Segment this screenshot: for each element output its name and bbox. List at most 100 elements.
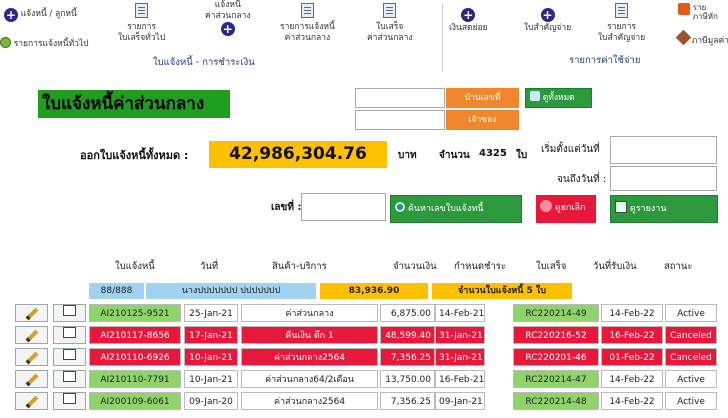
- tax-icon: [678, 3, 690, 15]
- table-row: AI210125-9521 25-Jan-21 ค่าส่วนกลาง 6,875.0…: [0, 303, 728, 323]
- plus-icon: +: [220, 22, 235, 36]
- plus-icon: +: [4, 8, 18, 22]
- house-no-button[interactable]: บ้านเลขที่: [446, 88, 519, 108]
- pencil-icon: [25, 373, 38, 387]
- receipt-icon: [383, 3, 397, 18]
- report-icon: [615, 201, 627, 213]
- invoice-no[interactable]: AI200109-6061: [89, 392, 181, 410]
- invoice-count-note: จำนวนใบแจ้งหนี้ 5 ใบ: [432, 283, 572, 299]
- receipt-no[interactable]: RC220214-49: [513, 304, 599, 322]
- print-icon: [63, 393, 76, 404]
- status-badge: Canceled: [665, 326, 717, 344]
- document-list-icon: [300, 3, 314, 18]
- due-date: 14-Feb-21: [435, 304, 485, 322]
- invoice-no[interactable]: AI210117-8656: [89, 326, 181, 344]
- currency-label: บาท: [398, 150, 417, 161]
- debtor-button[interactable]: + แจ้งหนี้ / ลูกหนี้: [4, 8, 77, 23]
- doc-no-input[interactable]: [301, 193, 386, 221]
- to-date-label: จนถึงวันที่ :: [557, 174, 607, 185]
- search-invoice-button[interactable]: ค้นหาเลขใบแจ้งหนี้: [390, 195, 522, 223]
- col-due: กำหนดชำระ: [454, 261, 506, 272]
- edit-button[interactable]: [15, 304, 48, 322]
- owner-name: นางปปปปปปป ปปปปปปป: [146, 283, 316, 299]
- group-label-debt: ใบแจ้งหนี้ - การชำระเงิน: [153, 57, 255, 68]
- col-invoice: ใบแจ้งหนี้: [115, 261, 155, 272]
- show-all-button[interactable]: ดูทั้งหมด: [525, 88, 592, 108]
- general-debt-list-button[interactable]: รายการแจ้งหนี้ทั่วไป: [0, 37, 89, 52]
- invoice-date: 09-Jan-20: [184, 392, 238, 410]
- pencil-icon: [25, 329, 38, 343]
- table-row: AI200109-6061 09-Jan-20 ค่าส่วนกลาง2564 7,3…: [0, 391, 728, 411]
- status-badge: Canceled: [665, 348, 717, 366]
- ribbon-toolbar: + แจ้งหนี้ / ลูกหนี้ รายการแจ้งหนี้ทั่วไ…: [0, 0, 728, 78]
- invoice-date: 10-Jan-21: [184, 370, 238, 388]
- divider: [442, 4, 443, 72]
- item-name: ค่าส่วนกลาง2564: [241, 348, 378, 366]
- voucher-list-button[interactable]: รายการ ใบสำคัญจ่าย: [598, 3, 645, 44]
- amount: 7,356.25: [380, 392, 435, 410]
- page-title: ใบแจ้งหนี้ค่าส่วนกลาง: [38, 90, 230, 118]
- invoice-no[interactable]: AI210110-7791: [89, 370, 181, 388]
- from-date-label: เริ่มตั้งแต่วันที่: [541, 144, 600, 155]
- due-date: 31-Jan-21: [435, 348, 485, 366]
- vat-button[interactable]: ภาษีมูลค่า: [675, 29, 728, 47]
- users-icon: [530, 91, 540, 101]
- plus-icon: +: [461, 8, 476, 22]
- receipt-no[interactable]: RC220214-47: [513, 370, 599, 388]
- invoice-date: 25-Jan-21: [184, 304, 238, 322]
- item-name: ค่าส่วนกลาง2564: [241, 392, 378, 410]
- owner-input[interactable]: [355, 110, 445, 130]
- owner-button[interactable]: เจ้าของ: [446, 110, 519, 130]
- status-badge: Active: [665, 392, 717, 410]
- table-row: AI210110-6926 10-Jan-21 ค่าส่วนกลาง2564 7,3…: [0, 347, 728, 367]
- print-button[interactable]: [53, 326, 86, 344]
- col-date: วันที่: [200, 261, 219, 272]
- count-value: 4325: [479, 148, 507, 159]
- view-canceled-button[interactable]: ดูยกเลิก: [536, 195, 596, 223]
- house-no-input[interactable]: [355, 88, 445, 108]
- receipt-no[interactable]: RC220216-52: [513, 326, 599, 344]
- paid-date: 16-Feb-22: [601, 326, 663, 344]
- to-date-input[interactable]: [610, 166, 717, 191]
- amount: 6,875.00: [380, 304, 435, 322]
- general-receipt-list-button[interactable]: รายการ ใบเสร็จทั่วไป: [118, 3, 165, 44]
- col-status: สถานะ: [664, 261, 693, 272]
- edit-button[interactable]: [15, 392, 48, 410]
- edit-button[interactable]: [15, 326, 48, 344]
- receipt-no[interactable]: RC220201-46: [513, 348, 599, 366]
- report-button[interactable]: ดูรายงาน: [610, 195, 718, 223]
- edit-button[interactable]: [15, 348, 48, 366]
- due-date: 09-Jan-21: [435, 392, 485, 410]
- invoice-date: 17-Jan-21: [184, 326, 238, 344]
- invoice-no[interactable]: AI210125-9521: [89, 304, 181, 322]
- paid-date: 14-Feb-22: [601, 304, 663, 322]
- paid-date: 14-Feb-22: [601, 370, 663, 388]
- pencil-icon: [25, 307, 38, 321]
- col-receipt: ใบเสร็จ: [536, 261, 567, 272]
- common-fee-debt-list-button[interactable]: รายการแจ้งหนี้ ค่าส่วนกลาง: [280, 3, 335, 44]
- paid-date: 14-Feb-22: [601, 392, 663, 410]
- withholding-tax-button[interactable]: ราย ภาษีหัก: [678, 3, 718, 21]
- count-unit: ใบ: [516, 150, 528, 161]
- print-button[interactable]: [53, 348, 86, 366]
- due-date: 16-Feb-21: [435, 370, 485, 388]
- sum-amount: 83,936.90: [320, 283, 428, 299]
- invoice-no[interactable]: AI210110-6926: [89, 348, 181, 366]
- col-amount: จำนวนเงิน: [393, 261, 437, 272]
- common-fee-debt-button[interactable]: แจ้งหนี้ ค่าส่วนกลาง +: [205, 0, 251, 37]
- page-indicator: 88/888: [89, 283, 144, 299]
- receipt-no[interactable]: RC220214-48: [513, 392, 599, 410]
- print-button[interactable]: [53, 392, 86, 410]
- common-fee-receipt-button[interactable]: ใบเสร็จ ค่าส่วนกลาง: [367, 3, 413, 44]
- from-date-input[interactable]: [610, 136, 717, 164]
- col-item: สินค้า-บริการ: [272, 261, 327, 272]
- edit-button[interactable]: [15, 370, 48, 388]
- petty-cash-button[interactable]: + เงินสดย่อย: [449, 8, 488, 34]
- payment-voucher-button[interactable]: + ใบสำคัญจ่าย: [524, 8, 571, 34]
- print-button[interactable]: [53, 304, 86, 322]
- print-button[interactable]: [53, 370, 86, 388]
- status-badge: Active: [665, 370, 717, 388]
- amount: 7,356.25: [380, 348, 435, 366]
- due-date: 31-Jan-21: [435, 326, 485, 344]
- item-name: ค่าส่วนกลาง64/2เดือน: [241, 370, 378, 388]
